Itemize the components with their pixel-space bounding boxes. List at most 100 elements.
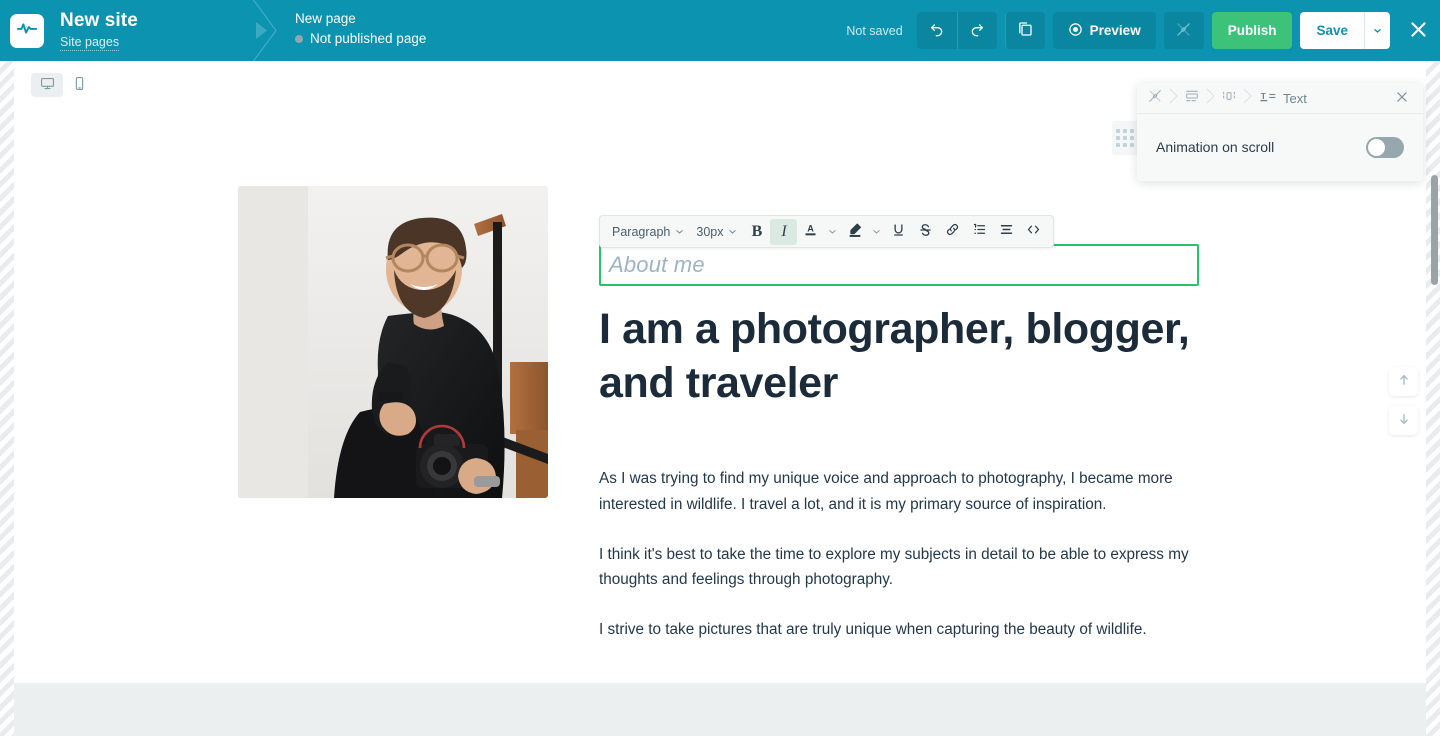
arrow-up-icon bbox=[1397, 373, 1411, 390]
top-bar: New site Site pages New page Not publish… bbox=[0, 0, 1440, 64]
link-icon bbox=[945, 222, 960, 241]
toggle-knob bbox=[1368, 138, 1385, 156]
link-button[interactable] bbox=[939, 219, 966, 245]
site-info: New site Site pages bbox=[60, 10, 138, 51]
marker-pen-icon bbox=[847, 222, 863, 242]
breadcrumb-chevron-icon bbox=[1242, 88, 1253, 109]
font-size-label: 30px bbox=[696, 224, 724, 239]
breadcrumb-design[interactable] bbox=[1145, 83, 1165, 114]
paragraph-2: I think it's best to take the time to ex… bbox=[599, 545, 1189, 589]
arrow-down-icon bbox=[1397, 412, 1411, 429]
text-style-icon: T bbox=[1260, 89, 1277, 107]
breadcrumb-chevron-icon bbox=[1205, 88, 1216, 109]
save-state-label: Not saved bbox=[846, 23, 903, 38]
top-bar-actions: Not saved Preview Publish Save bbox=[846, 0, 1440, 61]
preview-button[interactable]: Preview bbox=[1052, 12, 1156, 49]
code-icon bbox=[1026, 222, 1041, 241]
pulse-logo-icon bbox=[16, 17, 38, 44]
device-desktop-button[interactable] bbox=[31, 73, 63, 97]
move-up-button[interactable] bbox=[1389, 367, 1418, 396]
about-me-text: About me bbox=[609, 252, 705, 277]
paragraph-style-label: Paragraph bbox=[612, 224, 671, 239]
drag-handle-icon bbox=[1116, 129, 1134, 147]
status-dot bbox=[295, 35, 303, 44]
save-button-group: Save bbox=[1300, 12, 1390, 49]
animation-on-scroll-row: Animation on scroll bbox=[1137, 114, 1423, 180]
duplicate-page-icon bbox=[1016, 20, 1034, 41]
site-pages-link[interactable]: Site pages bbox=[60, 35, 120, 51]
font-color-icon: A bbox=[803, 222, 818, 242]
close-icon bbox=[1395, 90, 1409, 107]
strikethrough-button[interactable] bbox=[912, 219, 939, 245]
preview-label: Preview bbox=[1089, 23, 1141, 38]
element-settings-panel: T Text Animation on scroll bbox=[1137, 83, 1423, 181]
canvas-below-fold bbox=[14, 683, 1426, 736]
chevron-down-icon bbox=[675, 225, 684, 239]
mobile-icon bbox=[72, 76, 87, 94]
eye-icon bbox=[1068, 22, 1083, 40]
section-icon bbox=[1184, 88, 1200, 109]
bold-button[interactable]: B bbox=[743, 219, 770, 245]
code-button[interactable] bbox=[1020, 219, 1047, 245]
page-scrollbar-thumb[interactable] bbox=[1431, 175, 1438, 285]
block-icon bbox=[1221, 88, 1237, 109]
paragraph-3: I strive to take pictures that are truly… bbox=[599, 621, 1147, 639]
rich-text-toolbar: Paragraph 30px B I A bbox=[599, 215, 1055, 248]
publish-button[interactable]: Publish bbox=[1211, 12, 1293, 49]
svg-text:A: A bbox=[808, 223, 815, 233]
align-button[interactable] bbox=[993, 219, 1020, 245]
chevron-down-icon bbox=[1373, 23, 1382, 38]
chevron-down-icon bbox=[872, 224, 881, 239]
breadcrumb-section[interactable] bbox=[1182, 83, 1202, 114]
brush-icon bbox=[1147, 88, 1163, 109]
device-mobile-button[interactable] bbox=[63, 73, 95, 97]
animation-on-scroll-toggle[interactable] bbox=[1366, 136, 1404, 158]
font-size-select[interactable]: 30px bbox=[690, 219, 743, 245]
strikethrough-icon bbox=[918, 222, 933, 242]
current-page-info[interactable]: New page Not published page bbox=[295, 11, 426, 48]
breadcrumb-text-label: Text bbox=[1283, 90, 1307, 106]
save-button[interactable]: Save bbox=[1300, 12, 1364, 49]
brush-icon bbox=[1175, 21, 1192, 41]
desktop-icon bbox=[40, 76, 55, 94]
page-title: New page bbox=[295, 11, 356, 26]
underline-button[interactable] bbox=[885, 219, 912, 245]
app-logo[interactable] bbox=[10, 13, 44, 48]
close-editor-button[interactable] bbox=[1396, 0, 1440, 61]
redo-icon bbox=[969, 21, 985, 40]
selected-text-element[interactable]: About me bbox=[599, 232, 1199, 286]
save-options-button[interactable] bbox=[1364, 12, 1390, 49]
page-headline[interactable]: I am a photographer, blogger, and travel… bbox=[599, 302, 1199, 410]
align-center-icon bbox=[999, 222, 1014, 241]
ordered-list-button[interactable] bbox=[966, 219, 993, 245]
panel-close-button[interactable] bbox=[1389, 85, 1415, 111]
paragraph-style-select[interactable]: Paragraph bbox=[606, 219, 690, 245]
italic-button[interactable]: I bbox=[770, 218, 798, 245]
duplicate-page-button[interactable] bbox=[1004, 12, 1045, 49]
font-color-options-button[interactable] bbox=[824, 219, 841, 245]
font-color-button[interactable]: A bbox=[797, 219, 824, 245]
profile-photo[interactable] bbox=[238, 186, 548, 498]
close-icon bbox=[1408, 19, 1429, 43]
page-publish-status: Not published page bbox=[295, 31, 426, 48]
paragraph-1: As I was trying to find my unique voice … bbox=[599, 470, 1173, 514]
animation-on-scroll-label: Animation on scroll bbox=[1156, 139, 1275, 155]
breadcrumb-block[interactable] bbox=[1219, 83, 1239, 114]
redo-button[interactable] bbox=[956, 12, 997, 49]
device-switch bbox=[28, 70, 98, 100]
breadcrumb-text[interactable]: T Text bbox=[1256, 83, 1309, 114]
move-down-button[interactable] bbox=[1389, 406, 1418, 435]
highlight-button[interactable] bbox=[841, 219, 868, 245]
body-copy[interactable]: As I was trying to find my unique voice … bbox=[599, 466, 1199, 642]
undo-button[interactable] bbox=[916, 12, 957, 49]
panel-drag-handle[interactable] bbox=[1112, 121, 1138, 155]
chevron-down-icon bbox=[728, 225, 737, 239]
breadcrumb-chevron-icon bbox=[1168, 88, 1179, 109]
undo-icon bbox=[929, 21, 945, 40]
move-element-controls bbox=[1389, 367, 1418, 445]
chevron-down-icon bbox=[828, 224, 837, 239]
site-builder-app: New site Site pages New page Not publish… bbox=[0, 0, 1440, 736]
design-button[interactable] bbox=[1163, 12, 1204, 49]
site-title: New site bbox=[60, 10, 138, 32]
highlight-options-button[interactable] bbox=[868, 219, 885, 245]
